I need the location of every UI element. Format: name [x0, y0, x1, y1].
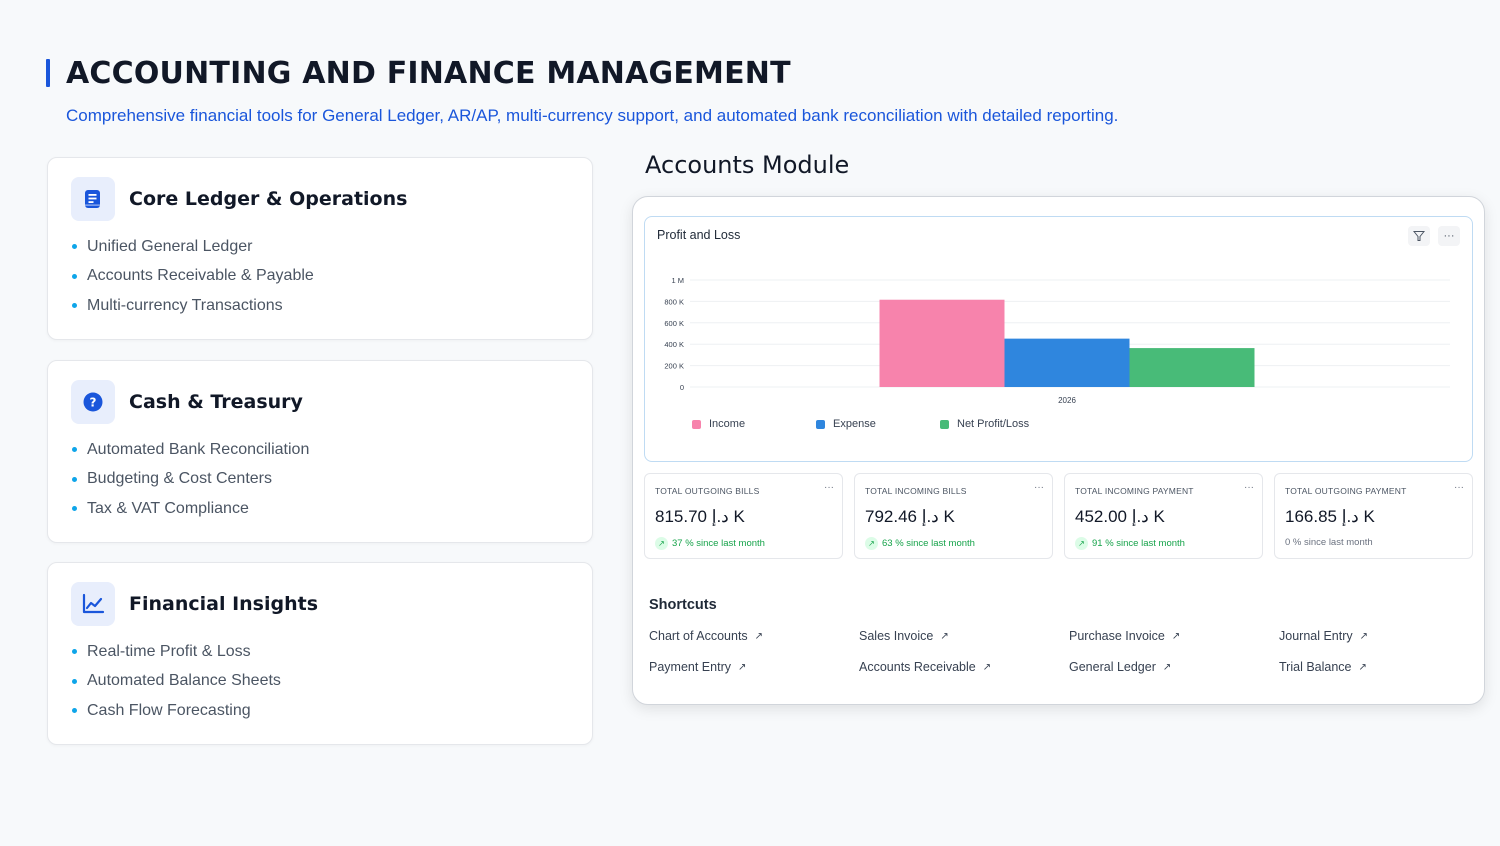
list-item: Real-time Profit & Loss — [72, 637, 281, 667]
legend-label: Net Profit/Loss — [957, 418, 1030, 430]
stat-value: 792.46 د.إ K — [865, 507, 955, 526]
card-title: Financial Insights — [129, 593, 319, 615]
feature-card-core-ledger: Core Ledger & Operations Unified General… — [47, 157, 593, 340]
bullet — [72, 678, 77, 684]
bar-expense[interactable] — [1004, 338, 1130, 387]
more-icon[interactable]: ··· — [824, 482, 834, 493]
list-item: Unified General Ledger — [72, 232, 314, 262]
feature-list: Real-time Profit & Loss Automated Balanc… — [72, 637, 281, 726]
accounts-module-window: Profit and Loss ··· 0 200 K 400 K 600 K 800 … — [632, 196, 1485, 705]
shortcut-chart-of-accounts[interactable]: Chart of Accounts ↗ — [649, 629, 763, 643]
external-arrow-icon: ↗ — [1162, 661, 1172, 673]
list-item: Multi-currency Transactions — [72, 291, 314, 321]
stat-value: 166.85 د.إ K — [1285, 507, 1375, 526]
shortcut-payment-entry[interactable]: Payment Entry ↗ — [649, 660, 746, 674]
stat-label: TOTAL OUTGOING PAYMENT — [1285, 486, 1407, 496]
profit-loss-chart: 0 200 K 400 K 600 K 800 K 1 M 2026 — [664, 276, 1450, 405]
legend-label: Income — [709, 418, 746, 430]
feature-card-financial-insights: Financial Insights Real-time Profit & Lo… — [47, 562, 593, 745]
card-title: Cash & Treasury — [129, 391, 303, 413]
stat-label: TOTAL INCOMING BILLS — [865, 486, 967, 496]
external-arrow-icon: ↗ — [1171, 630, 1181, 642]
list-item: Cash Flow Forecasting — [72, 696, 281, 726]
svg-text:?: ? — [90, 396, 97, 410]
shortcut-journal-entry[interactable]: Journal Entry ↗ — [1279, 629, 1368, 643]
bullet — [72, 708, 77, 714]
bullet — [72, 476, 77, 482]
shortcut-trial-balance[interactable]: Trial Balance ↗ — [1279, 660, 1367, 674]
stat-value: 815.70 د.إ K — [655, 507, 745, 526]
list-item: Automated Balance Sheets — [72, 667, 281, 697]
list-item: Automated Bank Reconciliation — [72, 435, 309, 465]
list-item: Budgeting & Cost Centers — [72, 465, 309, 495]
y-tick-label: 200 K — [664, 362, 684, 371]
shortcut-general-ledger[interactable]: General Ledger ↗ — [1069, 660, 1171, 674]
stat-label: TOTAL OUTGOING BILLS — [655, 486, 760, 496]
profit-loss-chart-card: Profit and Loss ··· 0 200 K 400 K 600 K 800 … — [644, 216, 1473, 462]
y-tick-label: 800 K — [664, 297, 684, 306]
stat-card-total-outgoing-bills[interactable]: TOTAL OUTGOING BILLS ··· 815.70 د.إ K ↗ … — [644, 473, 843, 559]
legend-item-expense[interactable]: Expense — [816, 418, 876, 430]
external-arrow-icon: ↗ — [982, 661, 992, 673]
line-chart-icon — [71, 582, 115, 626]
bullet — [72, 506, 77, 512]
x-tick-label: 2026 — [1058, 396, 1076, 405]
page-subtitle: Comprehensive financial tools for Genera… — [66, 106, 1119, 125]
page-title-text: ACCOUNTING AND FINANCE MANAGEMENT — [66, 55, 791, 91]
external-arrow-icon: ↗ — [940, 630, 949, 642]
external-arrow-icon: ↗ — [737, 661, 747, 673]
stat-change: ↗ 91 % since last month — [1075, 537, 1185, 550]
feature-list: Automated Bank Reconciliation Budgeting … — [72, 435, 309, 524]
external-arrow-icon: ↗ — [754, 630, 764, 642]
stat-change: ↗ 37 % since last month — [655, 537, 765, 550]
y-tick-label: 1 M — [671, 276, 684, 285]
bullet — [72, 244, 77, 250]
legend-item-net-profit-loss[interactable]: Net Profit/Loss — [940, 418, 1029, 430]
legend-item-income[interactable]: Income — [692, 418, 745, 430]
stat-change: 0 % since last month — [1285, 537, 1373, 548]
bullet — [72, 273, 77, 279]
bar-income[interactable] — [879, 299, 1005, 387]
legend-swatch — [940, 419, 949, 429]
page-title: ACCOUNTING AND FINANCE MANAGEMENT — [46, 54, 791, 92]
shortcut-sales-invoice[interactable]: Sales Invoice ↗ — [859, 629, 949, 643]
title-accent-bar — [46, 59, 50, 87]
bullet — [72, 649, 77, 655]
more-icon[interactable]: ··· — [1454, 482, 1464, 493]
bullet — [72, 447, 77, 453]
list-item: Accounts Receivable & Payable — [72, 262, 314, 292]
feature-list: Unified General Ledger Accounts Receivab… — [72, 232, 314, 321]
legend-swatch — [692, 419, 701, 429]
stat-value: 452.00 د.إ K — [1075, 507, 1165, 526]
shortcut-purchase-invoice[interactable]: Purchase Invoice ↗ — [1069, 629, 1180, 643]
y-tick-label: 400 K — [664, 340, 684, 349]
module-label: Accounts Module — [645, 151, 850, 179]
more-icon[interactable]: ··· — [1034, 482, 1044, 493]
shortcuts-title: Shortcuts — [649, 597, 717, 613]
stat-label: TOTAL INCOMING PAYMENT — [1075, 486, 1194, 496]
stat-card-total-incoming-payment[interactable]: TOTAL INCOMING PAYMENT ··· 452.00 د.إ K … — [1064, 473, 1263, 559]
trend-up-icon: ↗ — [1075, 537, 1088, 550]
stat-card-total-outgoing-payment[interactable]: TOTAL OUTGOING PAYMENT ··· 166.85 د.إ K … — [1274, 473, 1473, 559]
stat-change: ↗ 63 % since last month — [865, 537, 975, 550]
stat-card-total-incoming-bills[interactable]: TOTAL INCOMING BILLS ··· 792.46 د.إ K ↗ … — [854, 473, 1053, 559]
trend-up-icon: ↗ — [865, 537, 878, 550]
legend-label: Expense — [833, 418, 876, 430]
more-icon[interactable]: ··· — [1244, 482, 1254, 493]
bullet — [72, 303, 77, 309]
list-item: Tax & VAT Compliance — [72, 494, 309, 524]
question-circle-icon: ? — [71, 380, 115, 424]
y-tick-label: 0 — [680, 383, 684, 392]
book-icon — [71, 177, 115, 221]
feature-card-cash-treasury: ? Cash & Treasury Automated Bank Reconci… — [47, 360, 593, 543]
bar-net-profit-loss[interactable] — [1129, 348, 1255, 387]
shortcut-accounts-receivable[interactable]: Accounts Receivable ↗ — [859, 660, 991, 674]
external-arrow-icon: ↗ — [1359, 630, 1369, 642]
legend-swatch — [816, 419, 825, 429]
trend-up-icon: ↗ — [655, 537, 668, 550]
card-title: Core Ledger & Operations — [129, 188, 408, 210]
y-tick-label: 600 K — [664, 319, 684, 328]
external-arrow-icon: ↗ — [1358, 661, 1367, 673]
